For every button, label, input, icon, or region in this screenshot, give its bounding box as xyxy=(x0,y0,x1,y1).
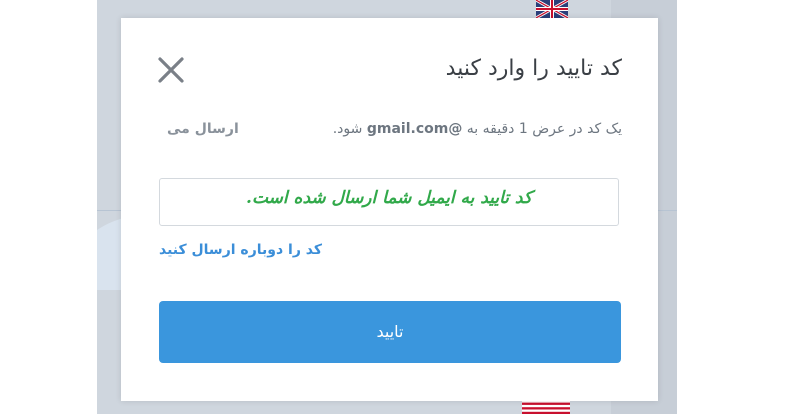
info-text-prefix: یک کد در عرض 1 دقیقه به xyxy=(466,121,622,137)
info-sent-text: ارسال می xyxy=(167,121,239,137)
resend-code-link[interactable]: کد را دوباره ارسال کنید xyxy=(159,242,322,258)
code-sent-message: کد تایید به ایمیل شما ارسال شده است. xyxy=(246,188,532,208)
background-margin-left xyxy=(0,0,97,414)
verification-code-input[interactable]: کد تایید به ایمیل شما ارسال شده است. xyxy=(159,178,619,226)
background-margin-right xyxy=(677,0,800,414)
verification-modal: کد تایید را وارد کنید یک کد در عرض 1 دقی… xyxy=(121,18,658,401)
info-email: @gmail.com xyxy=(366,121,463,137)
close-icon xyxy=(158,57,184,83)
uk-flag-icon xyxy=(536,0,568,18)
close-button[interactable] xyxy=(155,54,187,86)
modal-title: کد تایید را وارد کنید xyxy=(445,56,622,81)
confirm-button[interactable]: تایید xyxy=(159,301,621,363)
info-text: یک کد در عرض 1 دقیقه به @gmail.com شود. xyxy=(332,118,622,140)
info-text-suffix: شود. xyxy=(332,121,363,137)
